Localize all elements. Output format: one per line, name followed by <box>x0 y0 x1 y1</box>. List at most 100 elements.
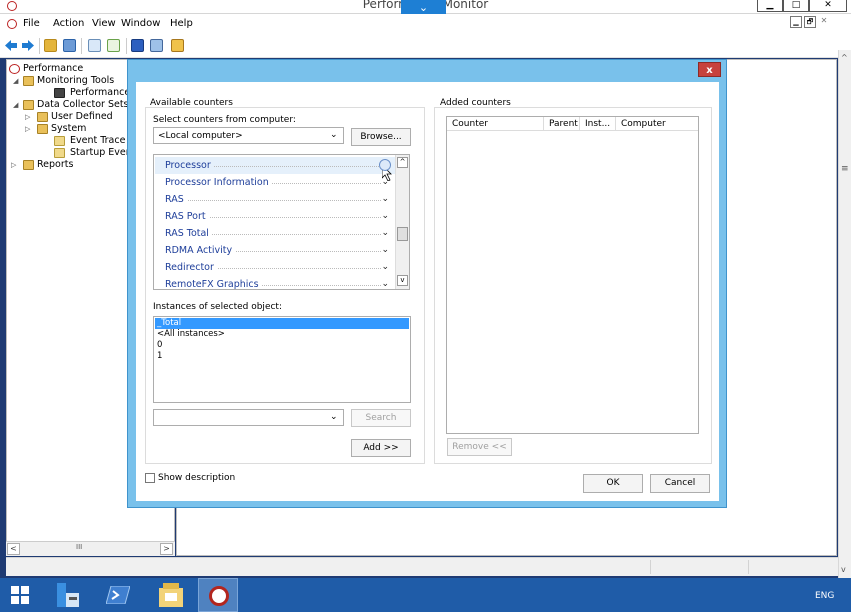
column-header-parent[interactable]: Parent <box>544 117 580 131</box>
added-counters-header: Counter Parent Inst... Computer <box>447 117 698 131</box>
counters-list[interactable]: Processor Processor Information ⌄ RAS ⌄ RA… <box>153 154 410 290</box>
chevron-down-icon[interactable]: ⌄ <box>381 262 389 272</box>
taskbar: ENG <box>0 578 851 612</box>
menu-view[interactable]: View <box>92 18 116 29</box>
chevron-down-icon[interactable]: ⌄ <box>381 211 389 221</box>
dialog-client-area: Available counters Select counters from … <box>136 82 719 501</box>
scroll-thumb[interactable]: III <box>76 543 82 551</box>
status-divider <box>650 560 651 574</box>
powershell-button[interactable] <box>98 578 138 612</box>
scroll-up-button[interactable]: ^ <box>841 53 848 62</box>
column-header-counter[interactable]: Counter <box>447 117 544 131</box>
file-explorer-icon <box>159 583 183 607</box>
search-combobox[interactable]: ⌄ <box>153 409 344 426</box>
main-vertical-scrollbar[interactable]: ^ ≡ v <box>838 50 851 578</box>
menu-action[interactable]: Action <box>53 18 84 29</box>
add-button[interactable]: Add >> <box>351 439 411 457</box>
doc-close-button[interactable]: ✕ <box>818 16 830 28</box>
server-manager-icon <box>57 583 79 607</box>
up-folder-icon[interactable] <box>44 39 57 52</box>
toolbar-separator <box>126 38 127 54</box>
counter-item-rdma-activity[interactable]: RDMA Activity ⌄ <box>155 242 395 259</box>
counter-item-ras-total[interactable]: RAS Total ⌄ <box>155 225 395 242</box>
menu-bar: File Action View Window Help ▁ 🗗 ✕ <box>0 14 851 34</box>
counter-item-remotefx-graphics[interactable]: RemoteFX Graphics ⌄ <box>155 276 395 289</box>
column-header-computer[interactable]: Computer <box>616 117 698 131</box>
export-list-icon[interactable] <box>107 39 120 52</box>
properties-icon[interactable] <box>150 39 163 52</box>
new-window-icon[interactable] <box>171 39 184 52</box>
refresh-icon[interactable] <box>88 39 101 52</box>
instances-label: Instances of selected object: <box>153 302 282 312</box>
forward-arrow-icon[interactable] <box>22 40 34 51</box>
minimize-button[interactable]: ▁ <box>757 0 783 12</box>
input-language-indicator[interactable]: ENG <box>815 591 834 601</box>
added-counters-table[interactable]: Counter Parent Inst... Computer <box>446 116 699 434</box>
chart-icon <box>54 88 65 98</box>
search-button[interactable]: Search <box>351 409 411 427</box>
scroll-grip[interactable]: ≡ <box>841 164 849 174</box>
counters-list-scrollbar[interactable]: ^ v <box>395 155 409 289</box>
column-header-instance[interactable]: Inst... <box>580 117 616 131</box>
expand-circle-icon[interactable] <box>379 159 391 171</box>
status-bar <box>6 557 838 576</box>
dialog-close-button[interactable]: x <box>698 62 721 77</box>
scroll-up-button[interactable]: ^ <box>397 157 408 168</box>
ok-button[interactable]: OK <box>583 474 643 493</box>
cancel-button[interactable]: Cancel <box>650 474 710 493</box>
collapsed-icon[interactable]: ▷ <box>11 161 16 169</box>
chevron-down-icon[interactable]: ⌄ <box>381 279 389 289</box>
close-button[interactable]: ✕ <box>809 0 847 12</box>
file-explorer-button[interactable] <box>151 578 191 612</box>
start-button[interactable] <box>2 578 42 612</box>
counter-item-processor-information[interactable]: Processor Information ⌄ <box>155 174 395 191</box>
counter-item-ras[interactable]: RAS ⌄ <box>155 191 395 208</box>
collapsed-icon[interactable]: ▷ <box>25 125 30 133</box>
scroll-down-button[interactable]: v <box>841 565 846 574</box>
powershell-icon <box>106 586 130 604</box>
add-counters-dialog: x Available counters Select counters fro… <box>127 59 727 508</box>
collapsed-icon[interactable]: ▷ <box>25 113 30 121</box>
show-hide-tree-icon[interactable] <box>63 39 76 52</box>
tree-horizontal-scrollbar[interactable]: < III > <box>6 541 175 556</box>
chevron-down-icon[interactable]: ⌄ <box>381 194 389 204</box>
back-arrow-icon[interactable] <box>5 40 17 51</box>
expanded-icon[interactable]: ◢ <box>13 101 18 109</box>
scroll-down-button[interactable]: v <box>397 275 408 286</box>
scroll-right-button[interactable]: > <box>160 543 173 555</box>
menu-file[interactable]: File <box>23 18 40 29</box>
show-description-checkbox[interactable] <box>145 473 155 483</box>
counter-item-processor[interactable]: Processor <box>155 157 395 174</box>
windows-logo-icon <box>11 586 29 604</box>
instance-item-total[interactable]: _Total <box>155 318 409 329</box>
instance-item-all[interactable]: <All instances> <box>155 329 409 340</box>
scroll-thumb[interactable] <box>397 227 408 241</box>
doc-restore-button[interactable]: 🗗 <box>804 16 816 28</box>
remove-button[interactable]: Remove << <box>447 438 512 456</box>
chevron-down-icon[interactable]: ⌄ <box>381 228 389 238</box>
instance-item-0[interactable]: 0 <box>155 340 409 351</box>
menu-help[interactable]: Help <box>170 18 193 29</box>
document-menu-icon[interactable] <box>7 19 17 29</box>
toolbar-separator <box>81 38 82 54</box>
help-icon[interactable] <box>131 39 144 52</box>
chevron-down-icon[interactable]: ⌄ <box>330 130 338 140</box>
folder-tools-icon <box>23 76 34 86</box>
chevron-down-icon[interactable]: ⌄ <box>381 177 389 187</box>
chevron-down-icon[interactable]: ⌄ <box>381 245 389 255</box>
expanded-icon[interactable]: ◢ <box>13 77 18 85</box>
folder-system-icon <box>37 124 48 134</box>
computer-combobox[interactable]: <Local computer> ⌄ <box>153 127 344 144</box>
instances-list[interactable]: _Total <All instances> 0 1 <box>153 316 411 403</box>
doc-minimize-button[interactable]: ▁ <box>790 16 802 28</box>
scroll-left-button[interactable]: < <box>7 543 20 555</box>
browse-button[interactable]: Browse... <box>351 128 411 146</box>
counter-item-redirector[interactable]: Redirector ⌄ <box>155 259 395 276</box>
instance-item-1[interactable]: 1 <box>155 351 409 362</box>
performance-monitor-taskbar-button[interactable] <box>198 578 238 612</box>
chevron-down-icon[interactable]: ⌄ <box>330 412 338 422</box>
server-manager-button[interactable] <box>47 578 87 612</box>
menu-window[interactable]: Window <box>121 18 160 29</box>
maximize-button[interactable]: □ <box>783 0 809 12</box>
counter-item-ras-port[interactable]: RAS Port ⌄ <box>155 208 395 225</box>
